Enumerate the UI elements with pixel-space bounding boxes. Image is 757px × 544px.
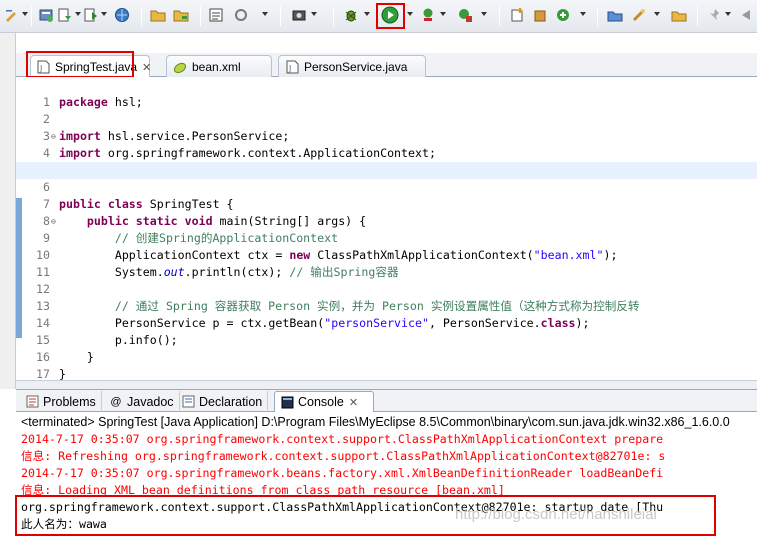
main-toolbar bbox=[0, 0, 757, 33]
svg-text:J: J bbox=[288, 64, 291, 73]
code-line: 16 } bbox=[36, 350, 94, 364]
chevron-down-icon[interactable] bbox=[101, 12, 107, 16]
code-line: 7 public class SpringTest { bbox=[43, 197, 234, 211]
chevron-down-icon[interactable] bbox=[725, 12, 731, 16]
chevron-down-icon[interactable] bbox=[22, 12, 28, 16]
chevron-down-icon[interactable] bbox=[364, 12, 370, 16]
external-run-icon[interactable] bbox=[456, 6, 474, 24]
tab-declaration[interactable]: Declaration bbox=[176, 391, 269, 412]
new-folder-icon[interactable] bbox=[172, 6, 190, 24]
new-package-icon[interactable] bbox=[531, 6, 549, 24]
code-line: 9 // 创建Spring的ApplicationContext bbox=[43, 231, 339, 245]
chevron-down-icon[interactable] bbox=[654, 12, 660, 16]
tab-label: bean.xml bbox=[192, 59, 241, 74]
tab-label: Problems bbox=[43, 394, 96, 409]
watermark: http://blog.csdn.net/hanshileiai bbox=[455, 506, 657, 523]
new-class-icon[interactable] bbox=[508, 6, 526, 24]
java-file-icon: J bbox=[285, 60, 299, 74]
tab-label: Javadoc bbox=[127, 394, 174, 409]
chevron-down-icon[interactable] bbox=[440, 12, 446, 16]
code-line: 1 package hsl; bbox=[43, 95, 143, 109]
open-type-icon[interactable] bbox=[606, 6, 624, 24]
toolbar-separator bbox=[31, 6, 32, 26]
toolbar-separator bbox=[333, 6, 334, 26]
code-line: 13 // 通过 Spring 容器获取 Person 实例，并为 Person… bbox=[36, 299, 640, 313]
chevron-down-icon[interactable] bbox=[262, 12, 268, 16]
task-icon[interactable] bbox=[670, 6, 688, 24]
edit-menu-icon[interactable] bbox=[2, 6, 20, 24]
console-line: 2014-7-17 0:35:07 org.springframework.co… bbox=[21, 432, 664, 446]
code-line: 8 ⊖ public static void main(String[] args… bbox=[43, 214, 367, 228]
coverage-icon[interactable] bbox=[419, 6, 437, 24]
at-icon: @ bbox=[110, 395, 122, 408]
problems-icon bbox=[25, 395, 39, 409]
toolbar-separator bbox=[280, 6, 281, 26]
left-minimized-view-strip bbox=[0, 33, 16, 389]
chevron-down-icon[interactable] bbox=[311, 12, 317, 16]
toolbar-separator bbox=[499, 6, 500, 26]
tab-problems[interactable]: Problems bbox=[20, 391, 102, 412]
globe-icon[interactable] bbox=[113, 6, 131, 24]
console-line: 信息: Refreshing org.springframework.conte… bbox=[21, 449, 666, 463]
chevron-down-icon[interactable] bbox=[481, 12, 487, 16]
panel-tab-bar: Problems @ Javadoc Declaration Console ✕ bbox=[16, 389, 757, 412]
tab-javadoc[interactable]: @ Javadoc bbox=[104, 391, 180, 412]
editor-horizontal-scrollbar[interactable] bbox=[16, 380, 757, 389]
code-line: 12 bbox=[36, 282, 50, 296]
run-button-highlight bbox=[376, 3, 405, 29]
debug-icon[interactable] bbox=[342, 6, 360, 24]
open-folder-icon[interactable] bbox=[149, 6, 167, 24]
new-file-icon[interactable] bbox=[554, 6, 572, 24]
toolbar-separator bbox=[200, 6, 201, 26]
tab-personservice-java[interactable]: J PersonService.java bbox=[278, 55, 426, 77]
code-line: 4 import org.springframework.context.Appl… bbox=[43, 146, 436, 160]
server-icon[interactable] bbox=[37, 6, 55, 24]
back-icon[interactable] bbox=[737, 6, 755, 24]
deploy2-icon[interactable] bbox=[82, 6, 100, 24]
declaration-icon bbox=[181, 395, 195, 409]
camera-icon[interactable] bbox=[290, 6, 308, 24]
deploy-icon[interactable] bbox=[56, 6, 74, 24]
tab-label: Declaration bbox=[199, 394, 263, 409]
refresh-icon[interactable] bbox=[232, 6, 250, 24]
code-line: 5import org.springframework.context.supp… bbox=[16, 145, 757, 177]
code-line: 17} bbox=[36, 367, 66, 380]
tab-label: Console bbox=[298, 395, 344, 409]
code-line: 15 p.info(); bbox=[36, 333, 178, 347]
toolbar-separator bbox=[697, 6, 698, 26]
close-icon[interactable]: ✕ bbox=[349, 396, 358, 409]
pin-icon[interactable] bbox=[706, 6, 724, 24]
toolbar-separator bbox=[141, 6, 142, 26]
chevron-down-icon[interactable] bbox=[407, 12, 413, 16]
properties-icon[interactable] bbox=[207, 6, 225, 24]
tab-label: PersonService.java bbox=[304, 59, 408, 74]
chevron-down-icon[interactable] bbox=[75, 12, 81, 16]
console-line: 2014-7-17 0:35:07 org.springframework.be… bbox=[21, 466, 664, 480]
code-line: 2 bbox=[43, 112, 50, 126]
tab-bean-xml[interactable]: bean.xml bbox=[166, 55, 272, 77]
code-line: 11 System.out.println(ctx); // 输出Spring容… bbox=[36, 265, 399, 279]
tab-console[interactable]: Console ✕ bbox=[274, 391, 374, 412]
code-line: 14 PersonService p = ctx.getBean("person… bbox=[36, 316, 590, 330]
code-editor[interactable]: 1 package hsl; 2 3 ⊖ import hsl.service.Per… bbox=[16, 77, 757, 380]
code-line: 10 ApplicationContext ctx = new ClassPat… bbox=[36, 248, 618, 262]
toolbar-separator bbox=[597, 6, 598, 26]
console-process-label: <terminated> SpringTest [Java Applicatio… bbox=[21, 415, 730, 429]
code-line-current: 6 bbox=[16, 162, 757, 194]
active-tab-highlight bbox=[26, 51, 134, 78]
xml-file-icon bbox=[173, 60, 187, 74]
code-line: 3 ⊖ import hsl.service.PersonService; bbox=[43, 129, 290, 143]
chevron-down-icon[interactable] bbox=[580, 12, 586, 16]
console-icon bbox=[280, 395, 294, 409]
search-icon[interactable] bbox=[630, 6, 648, 24]
close-icon[interactable]: ✕ bbox=[142, 61, 151, 74]
